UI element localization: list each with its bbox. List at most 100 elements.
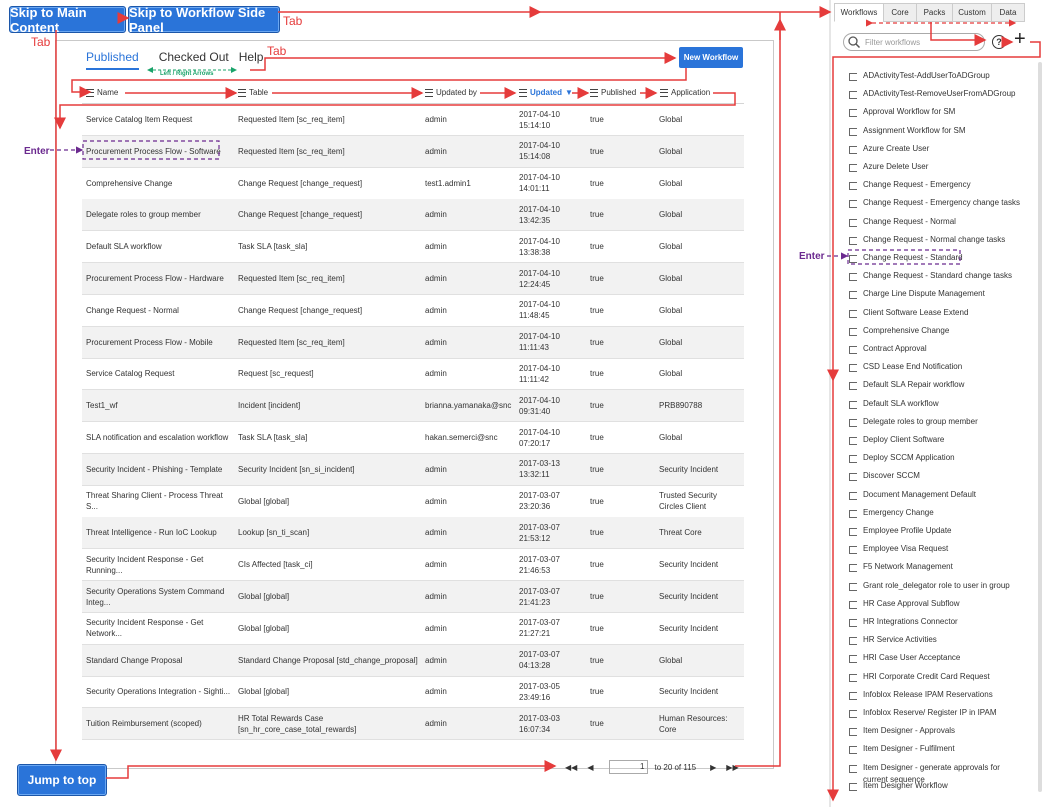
workflow-list-item[interactable]: Deploy Client Software — [849, 434, 944, 446]
workflow-list-item[interactable]: Change Request - Normal — [849, 216, 956, 228]
workflow-list-item[interactable]: Change Request - Standard — [849, 252, 963, 264]
cell-name[interactable]: Security Operations Integration - Sighti… — [86, 676, 236, 707]
table-row[interactable]: Delegate roles to group member Change Req… — [82, 199, 744, 232]
column-menu-icon[interactable] — [238, 88, 246, 97]
prev-page-icon[interactable]: ◀ — [587, 763, 593, 772]
page-number-input[interactable]: 1 — [609, 760, 649, 774]
skip-to-side-panel-button[interactable]: Skip to Workflow Side Panel — [128, 5, 280, 35]
column-menu-icon[interactable] — [425, 88, 433, 97]
table-row[interactable]: Procurement Process Flow - Software Reque… — [82, 135, 744, 168]
column-table[interactable]: Table — [238, 88, 268, 97]
tab-workflows[interactable]: Workflows — [834, 3, 884, 22]
table-row[interactable]: Tuition Reimbursement (scoped) HR Total R… — [82, 708, 744, 741]
workflow-list-item[interactable]: Default SLA workflow — [849, 398, 939, 410]
column-published[interactable]: Published — [590, 88, 636, 97]
workflow-list-item[interactable]: Change Request - Standard change tasks — [849, 270, 1012, 282]
table-row[interactable]: SLA notification and escalation workflow… — [82, 422, 744, 454]
workflow-list-item[interactable]: Infoblox Reserve/ Register IP in IPAM — [849, 707, 997, 719]
skip-to-main-content-button[interactable]: Skip to Main Content — [9, 5, 126, 35]
cell-name[interactable]: Security Incident Response - Get Network… — [86, 613, 236, 644]
help-icon[interactable]: ? — [992, 35, 1006, 49]
filter-workflows-input[interactable]: Filter workflows — [843, 33, 985, 51]
table-row[interactable]: Test1_wf Incident [incident] brianna.yaman… — [82, 390, 744, 423]
workflow-list-item[interactable]: Approval Workflow for SM — [849, 106, 955, 118]
column-application[interactable]: Application — [660, 88, 710, 97]
table-row[interactable]: Threat Sharing Client - Process Threat S… — [82, 486, 744, 518]
column-menu-icon[interactable] — [519, 88, 527, 97]
tab-data[interactable]: Data — [991, 3, 1025, 22]
workflow-list-item[interactable]: Employee Visa Request — [849, 543, 948, 555]
workflow-list-item[interactable]: HRI Corporate Credit Card Request — [849, 671, 990, 683]
workflow-list-item[interactable]: Azure Delete User — [849, 161, 928, 173]
workflow-list-item[interactable]: CSD Lease End Notification — [849, 361, 962, 373]
cell-name[interactable]: Security Operations System Command Integ… — [86, 581, 236, 612]
column-menu-icon[interactable] — [660, 88, 668, 97]
add-icon[interactable]: + — [1014, 29, 1026, 49]
cell-name[interactable]: Tuition Reimbursement (scoped) — [86, 708, 236, 739]
workflow-list-item[interactable]: Assignment Workflow for SM — [849, 125, 966, 137]
workflow-list-item[interactable]: Charge Line Dispute Management — [849, 288, 985, 300]
table-row[interactable]: Security Incident - Phishing - Template S… — [82, 453, 744, 486]
cell-name[interactable]: Security Incident - Phishing - Template — [86, 454, 236, 485]
workflow-list-item[interactable]: Change Request - Emergency change tasks — [849, 197, 1020, 209]
cell-name[interactable]: Procurement Process Flow - Software — [86, 136, 236, 167]
cell-name[interactable]: Delegate roles to group member — [86, 199, 236, 230]
new-workflow-button[interactable]: New Workflow — [679, 47, 743, 68]
side-panel-scrollbar[interactable] — [1038, 62, 1042, 792]
tab-core[interactable]: Core — [883, 3, 917, 22]
workflow-list-item[interactable]: ADActivityTest-RemoveUserFromADGroup — [849, 88, 1015, 100]
panel-divider[interactable] — [829, 0, 831, 807]
table-row[interactable]: Comprehensive Change Change Request [chan… — [82, 168, 744, 200]
table-row[interactable]: Security Incident Response - Get Running… — [82, 549, 744, 582]
tab-custom[interactable]: Custom — [952, 3, 992, 22]
workflow-list-item[interactable]: Client Software Lease Extend — [849, 307, 968, 319]
table-row[interactable]: Service Catalog Item Request Requested It… — [82, 104, 744, 136]
tab-packs[interactable]: Packs — [916, 3, 953, 22]
table-row[interactable]: Service Catalog Request Request [sc_reque… — [82, 358, 744, 391]
last-page-icon[interactable]: ▶▶ — [726, 763, 738, 772]
table-row[interactable]: Default SLA workflow Task SLA [task_sla] a… — [82, 231, 744, 264]
workflow-list-item[interactable]: Default SLA Repair workflow — [849, 379, 964, 391]
column-menu-icon[interactable] — [590, 88, 598, 97]
workflow-list-item[interactable]: Emergency Change — [849, 507, 934, 519]
cell-name[interactable]: Service Catalog Request — [86, 358, 236, 389]
cell-name[interactable]: Threat Sharing Client - Process Threat S… — [86, 486, 236, 517]
workflow-list-item[interactable]: HRI Case User Acceptance — [849, 652, 960, 664]
workflow-list-item[interactable]: Item Designer Workflow — [849, 780, 948, 792]
tab-help[interactable]: Help — [239, 50, 264, 70]
cell-name[interactable]: Change Request - Normal — [86, 295, 236, 326]
table-row[interactable]: Standard Change Proposal Standard Change … — [82, 644, 744, 677]
workflow-list-item[interactable]: Contract Approval — [849, 343, 927, 355]
table-row[interactable]: Change Request - Normal Change Request [c… — [82, 295, 744, 327]
workflow-list-item[interactable]: Document Management Default — [849, 489, 976, 501]
workflow-list-item[interactable]: Comprehensive Change — [849, 325, 949, 337]
column-updated[interactable]: Updated ▼ — [519, 88, 573, 97]
workflow-list-item[interactable]: Infoblox Release IPAM Reservations — [849, 689, 993, 701]
table-row[interactable]: Security Incident Response - Get Network… — [82, 613, 744, 645]
workflow-list-item[interactable]: Azure Create User — [849, 143, 929, 155]
tab-published[interactable]: Published — [86, 50, 139, 70]
table-row[interactable]: Procurement Process Flow - Mobile Request… — [82, 326, 744, 359]
cell-name[interactable]: Test1_wf — [86, 390, 236, 421]
workflow-list-item[interactable]: HR Integrations Connector — [849, 616, 958, 628]
cell-name[interactable]: Default SLA workflow — [86, 231, 236, 262]
first-page-icon[interactable]: ◀◀ — [565, 763, 577, 772]
jump-to-top-button[interactable]: Jump to top — [17, 764, 107, 796]
workflow-list-item[interactable]: HR Service Activities — [849, 634, 937, 646]
cell-name[interactable]: Standard Change Proposal — [86, 645, 236, 676]
workflow-list-item[interactable]: Grant role_delegator role to user in gro… — [849, 580, 1010, 592]
column-updated-by[interactable]: Updated by — [425, 88, 477, 97]
workflow-list-item[interactable]: Delegate roles to group member — [849, 416, 978, 428]
workflow-list-item[interactable]: Deploy SCCM Application — [849, 452, 955, 464]
cell-name[interactable]: Procurement Process Flow - Mobile — [86, 327, 236, 358]
workflow-list-item[interactable]: ADActivityTest-AddUserToADGroup — [849, 70, 990, 82]
workflow-list-item[interactable]: HR Case Approval Subflow — [849, 598, 960, 610]
next-page-icon[interactable]: ▶ — [710, 763, 716, 772]
column-name[interactable]: Name — [86, 88, 118, 97]
workflow-list-item[interactable]: Item Designer - Approvals — [849, 725, 955, 737]
workflow-list-item[interactable]: F5 Network Management — [849, 561, 953, 573]
cell-name[interactable]: Security Incident Response - Get Running… — [86, 549, 236, 580]
cell-name[interactable]: Threat Intelligence - Run IoC Lookup — [86, 517, 236, 548]
cell-name[interactable]: Procurement Process Flow - Hardware — [86, 263, 236, 294]
table-row[interactable]: Threat Intelligence - Run IoC Lookup Look… — [82, 517, 744, 550]
